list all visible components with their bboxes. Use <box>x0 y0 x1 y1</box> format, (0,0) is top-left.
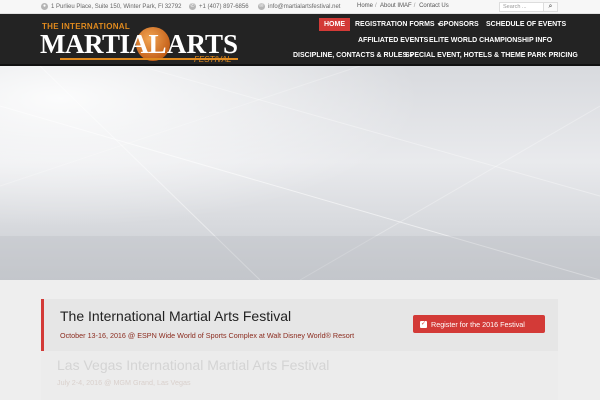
register-button[interactable]: ✓ Register for the 2016 Festival <box>413 315 545 333</box>
logo-word1: MARTIAL <box>40 29 167 59</box>
mail-icon: ✉ <box>258 3 265 10</box>
email-link[interactable]: info@martialartsfestival.net <box>268 4 340 10</box>
nav-elite-championship[interactable]: ELITE WORLD CHAMPIONSHIP INFO <box>429 37 552 44</box>
nav-special-event[interactable]: SPECIAL EVENT, HOTELS & THEME PARK PRICI… <box>405 52 578 59</box>
hero-light-streaks <box>0 66 600 280</box>
nav-affiliated-events[interactable]: AFFILIATED EVENTS <box>358 37 428 44</box>
nav-schedule[interactable]: SCHEDULE OF EVENTS <box>486 21 566 28</box>
event-card: Las Vegas International Martial Arts Fes… <box>41 351 558 400</box>
phone-info: ✆ +1 (407) 897-6856 <box>189 3 249 10</box>
address-text: 1 Purlieu Place, Suite 150, Winter Park,… <box>51 3 182 10</box>
location-icon: ● <box>41 3 48 10</box>
nav-label: DISCIPLINE, CONTACTS & RULES <box>293 52 408 59</box>
top-bar: ● 1 Purlieu Place, Suite 150, Winter Par… <box>0 0 600 14</box>
search-button[interactable]: ⌕ <box>543 2 558 12</box>
link-separator: / <box>375 3 377 9</box>
register-label: Register for the 2016 Festival <box>431 319 525 329</box>
logo-line3: FESTIVAL <box>194 55 232 64</box>
site-header: THE INTERNATIONAL MARTIAL ARTS FESTIVAL … <box>0 14 600 66</box>
email-info[interactable]: ✉ info@martialartsfestival.net <box>258 3 340 10</box>
nav-registration-forms[interactable]: REGISTRATION FORMS ▼ <box>355 21 442 28</box>
about-link[interactable]: About IMAF <box>380 3 412 9</box>
top-links: Home / About IMAF / Contact Us <box>357 3 449 9</box>
site-logo[interactable]: THE INTERNATIONAL MARTIAL ARTS FESTIVAL <box>40 22 240 66</box>
nav-discipline[interactable]: DISCIPLINE, CONTACTS & RULES ▼ <box>293 52 414 59</box>
nav-sponsors[interactable]: SPONSORS <box>439 21 479 28</box>
home-link[interactable]: Home <box>357 3 373 9</box>
nav-label: REGISTRATION FORMS <box>355 21 435 28</box>
address-info: ● 1 Purlieu Place, Suite 150, Winter Par… <box>41 3 181 10</box>
hero-banner <box>0 66 600 280</box>
event-card: The International Martial Arts Festival … <box>41 299 558 351</box>
events-section: The International Martial Arts Festival … <box>0 280 600 400</box>
event-subtitle: October 13-16, 2016 @ ESPN Wide World of… <box>60 331 355 340</box>
checkbox-icon: ✓ <box>420 320 427 328</box>
link-separator: / <box>413 3 416 9</box>
event-subtitle: July 2-4, 2016 @ MGM Grand, Las Vegas <box>57 378 191 387</box>
contact-link[interactable]: Contact Us <box>419 3 449 9</box>
nav-home[interactable]: HOME <box>319 18 350 31</box>
search-icon: ⌕ <box>548 3 553 10</box>
event-title[interactable]: The International Martial Arts Festival <box>60 308 291 324</box>
event-title[interactable]: Las Vegas International Martial Arts Fes… <box>57 357 329 373</box>
phone-icon: ✆ <box>189 3 196 10</box>
phone-text: +1 (407) 897-6856 <box>199 3 249 10</box>
